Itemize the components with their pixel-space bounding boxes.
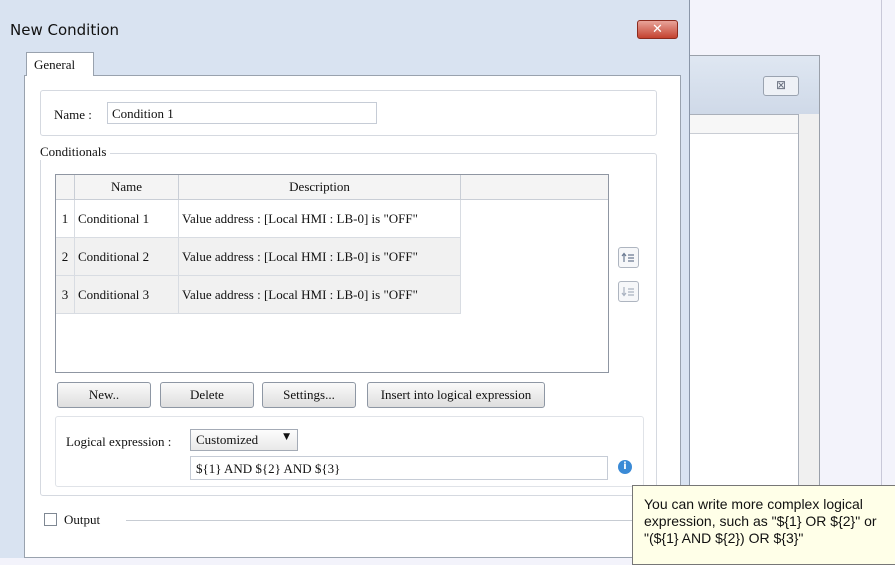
move-down-icon[interactable]: [618, 281, 639, 302]
row-name: Conditional 3: [75, 276, 179, 313]
output-label: Output: [64, 512, 101, 527]
row-description: Value address : [Local HMI : LB-0] is "O…: [179, 276, 461, 313]
info-icon[interactable]: i: [618, 460, 632, 474]
new-condition-dialog: New Condition ✕ General Name : Condition…: [0, 0, 690, 558]
row-description: Value address : [Local HMI : LB-0] is "O…: [179, 238, 461, 275]
new-button[interactable]: New..: [57, 382, 151, 408]
column-header-description[interactable]: Description: [179, 175, 461, 199]
move-up-icon[interactable]: [618, 247, 639, 268]
delete-button[interactable]: Delete: [160, 382, 254, 408]
column-header-name[interactable]: Name: [75, 175, 179, 199]
window-edge: [881, 0, 882, 558]
tooltip-line: You can write more complex logical: [644, 496, 863, 512]
output-checkbox[interactable]: [44, 513, 57, 526]
row-name: Conditional 1: [75, 200, 179, 237]
tooltip-line: expression, such as "${1} OR ${2}" or: [644, 513, 877, 529]
chevron-down-icon: ▼: [283, 432, 290, 442]
table-row[interactable]: 2 Conditional 2 Value address : [Local H…: [56, 238, 461, 276]
dialog-title: New Condition: [10, 21, 120, 39]
row-index-header: [56, 175, 75, 199]
tooltip: You can write more complex logical expre…: [632, 485, 895, 565]
logical-expression-label: Logical expression :: [66, 434, 172, 449]
row-name: Conditional 2: [75, 238, 179, 275]
background-panel-header: [682, 115, 798, 134]
name-input[interactable]: Condition 1: [107, 102, 377, 124]
table-header: Name Description: [56, 175, 608, 200]
tooltip-line: "(${1} AND ${2}) OR ${3}": [644, 530, 804, 546]
logical-expression-mode-select[interactable]: Customized ▼: [190, 429, 298, 451]
insert-into-expression-button[interactable]: Insert into logical expression: [367, 382, 545, 408]
row-index: 2: [56, 238, 75, 275]
settings-button[interactable]: Settings...: [262, 382, 356, 408]
table-row[interactable]: 3 Conditional 3 Value address : [Local H…: [56, 276, 461, 314]
row-index: 1: [56, 200, 75, 237]
conditionals-group-label: Conditionals: [40, 144, 111, 160]
select-value: Customized: [196, 432, 259, 447]
row-description: Value address : [Local HMI : LB-0] is "O…: [179, 200, 461, 237]
background-window-panel: [681, 114, 799, 544]
logical-expression-input[interactable]: ${1} AND ${2} AND ${3}: [190, 456, 608, 480]
background-close-icon[interactable]: ⊠: [763, 76, 799, 96]
output-group-divider: [126, 520, 639, 521]
close-button[interactable]: ✕: [637, 20, 678, 39]
conditionals-table: Name Description 1 Conditional 1 Value a…: [55, 174, 609, 373]
table-row[interactable]: 1 Conditional 1 Value address : [Local H…: [56, 200, 461, 238]
name-label: Name :: [54, 107, 92, 122]
row-index: 3: [56, 276, 75, 313]
tab-general[interactable]: General: [26, 52, 94, 76]
